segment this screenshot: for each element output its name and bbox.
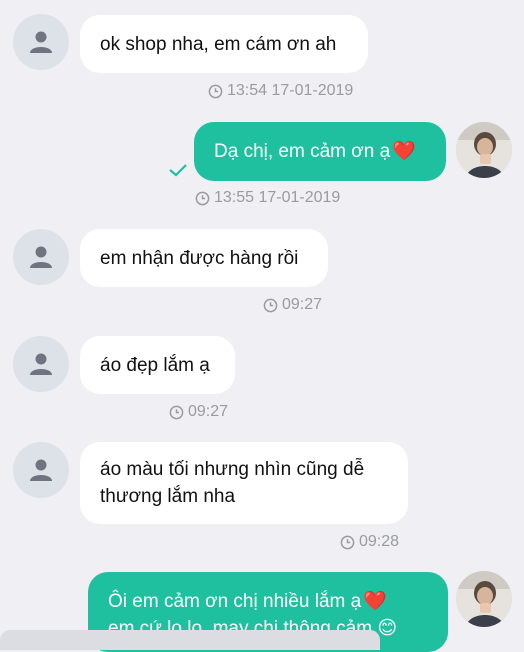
clock-icon (208, 84, 223, 98)
message-timestamp: 09:28 (340, 533, 399, 551)
clock-icon (263, 298, 278, 312)
message-text: Dạ chị, em cảm ơn ạ (214, 141, 391, 162)
message-text-line: thương lắm nha (100, 486, 236, 507)
heart-emoji: ❤️ (392, 141, 416, 162)
user-photo-icon (456, 122, 512, 178)
message-text: ok shop nha, em cám ơn ah (100, 33, 337, 55)
avatar (13, 336, 69, 392)
timestamp-text: 09:28 (359, 533, 400, 550)
person-icon (30, 31, 52, 53)
message-text: em nhận được hàng rồi (100, 247, 299, 269)
message-text-line: Ôi em cảm ơn chị nhiều lắm ạ ❤️ (108, 591, 387, 612)
avatar (13, 229, 69, 285)
clock-icon (169, 405, 184, 419)
avatar-photo (456, 122, 512, 178)
message-bubble-outgoing[interactable]: Dạ chị, em cảm ơn ạ ❤️ (194, 122, 446, 181)
clock-icon (340, 535, 355, 549)
smile-emoji: 😊 (377, 618, 398, 639)
avatar-photo (456, 571, 512, 627)
message-timestamp: 13:55 17-01-2019 (195, 189, 340, 207)
user-photo-icon (456, 571, 512, 627)
message-timestamp: 13:54 17-01-2019 (208, 82, 353, 100)
message-bubble-incoming[interactable]: ok shop nha, em cám ơn ah (80, 15, 368, 73)
timestamp-text: 13:55 17-01-2019 (214, 189, 341, 206)
avatar (13, 14, 69, 70)
timestamp-text: 09:27 (188, 403, 229, 420)
timestamp-text: 09:27 (282, 296, 323, 313)
message-bubble-incoming[interactable]: áo màu tối nhưng nhìn cũng dễ thương lắm… (80, 442, 408, 524)
avatar (13, 442, 69, 498)
person-icon (30, 353, 52, 375)
message-timestamp: 09:27 (263, 296, 322, 314)
message-timestamp: 09:27 (169, 403, 228, 421)
heart-emoji: ❤️ (363, 591, 387, 612)
clock-icon (195, 191, 210, 205)
timestamp-text: 13:54 17-01-2019 (227, 82, 354, 99)
input-bar[interactable] (0, 630, 380, 650)
message-bubble-incoming[interactable]: áo đẹp lắm ạ (80, 336, 235, 394)
person-icon (30, 246, 52, 268)
check-icon (169, 164, 187, 177)
person-icon (30, 459, 52, 481)
message-text-line: áo màu tối nhưng nhìn cũng dễ (100, 459, 365, 480)
message-text: áo đẹp lắm ạ (100, 354, 210, 376)
message-bubble-incoming[interactable]: em nhận được hàng rồi (80, 229, 328, 287)
